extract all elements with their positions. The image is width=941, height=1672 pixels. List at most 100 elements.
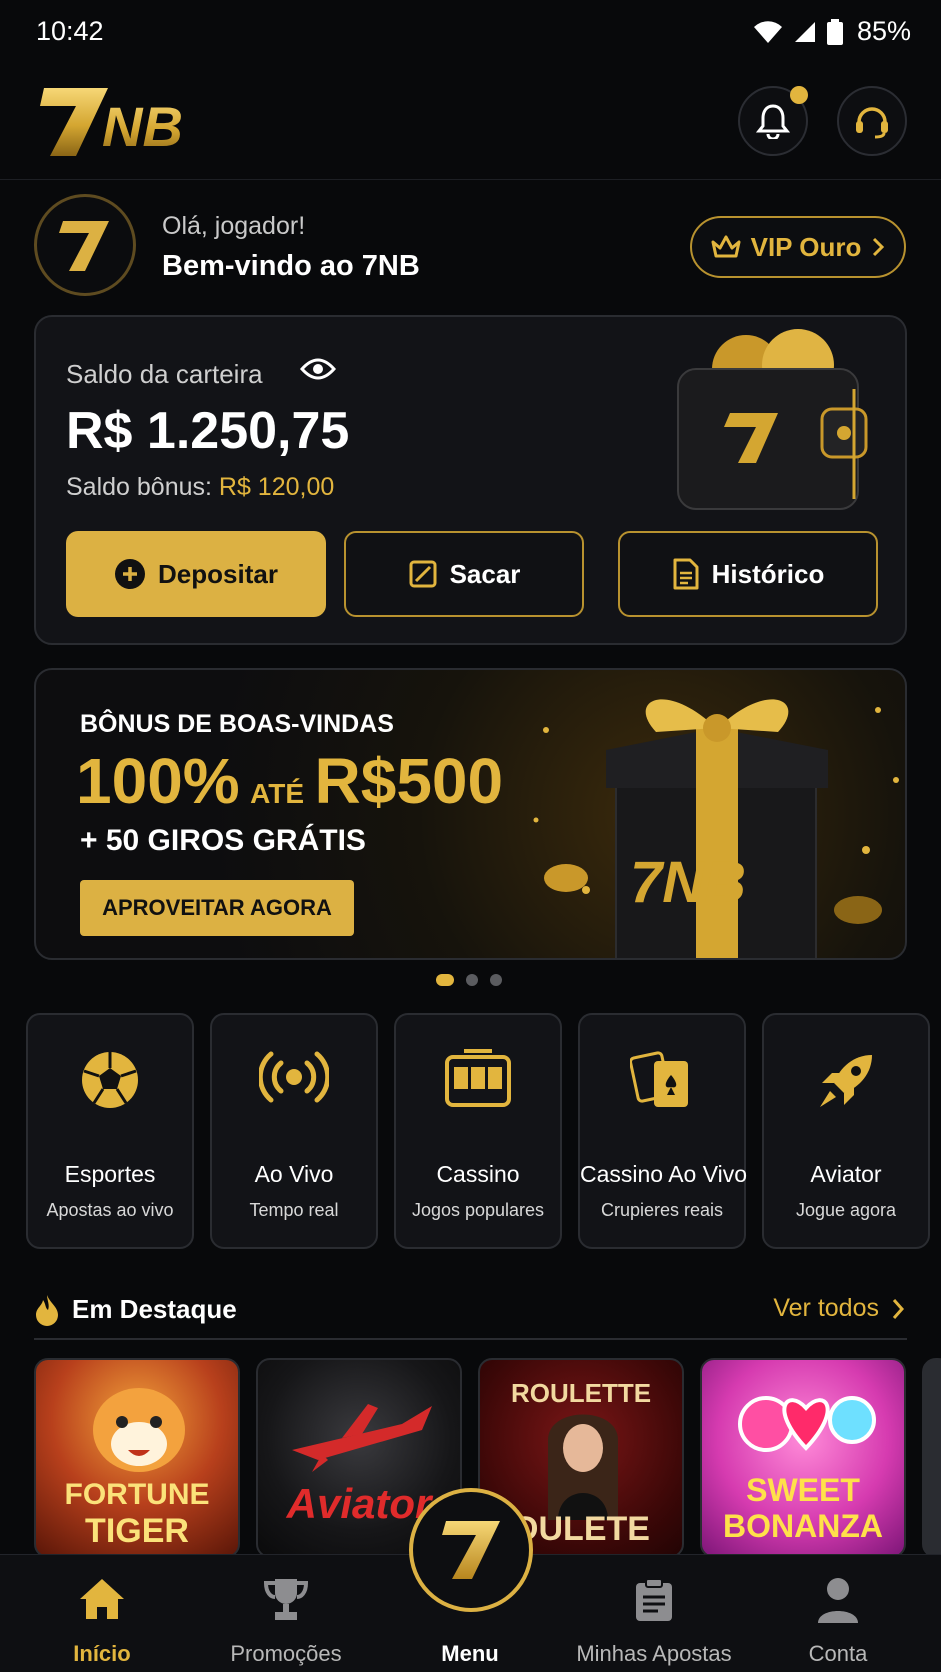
game-card-partial[interactable]: [922, 1358, 941, 1558]
wallet-card: Saldo da carteira R$ 1.250,75 Saldo bônu…: [34, 315, 907, 645]
featured-header: Em Destaque Ver todos: [34, 1290, 907, 1340]
bell-icon: [756, 104, 790, 139]
category-aviator[interactable]: Aviator Jogue agora: [762, 1013, 930, 1249]
document-icon: [673, 558, 699, 590]
withdraw-label: Sacar: [449, 558, 521, 589]
category-live[interactable]: Ao Vivo Tempo real: [210, 1013, 378, 1249]
welcome-title: Bem-vindo ao 7NB: [162, 250, 420, 282]
playing-cards-icon: [630, 1051, 688, 1107]
nav-home[interactable]: Início: [8, 1555, 196, 1672]
carousel-indicator: [436, 974, 502, 986]
category-sports[interactable]: Esportes Apostas ao vivo: [26, 1013, 194, 1249]
game-card-fortune-tiger[interactable]: FORTUNE TIGER: [34, 1358, 240, 1558]
vip-label: VIP Ouro: [750, 231, 862, 262]
app-header: NB: [0, 64, 941, 180]
home-icon: [80, 1579, 124, 1619]
status-time: 10:42: [36, 16, 104, 46]
category-subtitle: Jogue agora: [795, 1200, 897, 1220]
nav-my-bets[interactable]: Minhas Apostas: [560, 1555, 748, 1672]
featured-title: Em Destaque: [72, 1294, 237, 1324]
battery-icon: [826, 18, 843, 45]
notification-dot: [790, 86, 808, 104]
airplane-icon: [292, 1404, 432, 1472]
battery-percent: 85%: [856, 16, 911, 46]
game-title: FORTUNE: [64, 1478, 210, 1511]
vip-level-button[interactable]: VIP Ouro: [690, 216, 906, 278]
tiger-illustration: [93, 1388, 185, 1472]
carousel-dot[interactable]: [436, 974, 454, 986]
eye-icon[interactable]: [300, 355, 336, 383]
plus-circle-icon: [115, 559, 146, 589]
deposit-button[interactable]: Depositar: [66, 531, 326, 617]
crown-icon: [711, 235, 741, 258]
greeting-line: Olá, jogador!: [162, 212, 306, 240]
dealer-illustration: [548, 1414, 618, 1520]
banner-until: ATÉ: [250, 778, 305, 809]
user-icon: [818, 1578, 858, 1623]
category-title: Cassino: [436, 1161, 520, 1187]
see-all-link[interactable]: Ver todos: [773, 1294, 905, 1323]
game-title: SWEET: [746, 1472, 860, 1508]
menu-center-button[interactable]: [409, 1488, 533, 1612]
see-all-label: Ver todos: [773, 1294, 879, 1322]
nav-label: Conta: [808, 1641, 868, 1666]
broadcast-icon: [259, 1051, 329, 1103]
game-title-line2: BONANZA: [723, 1508, 883, 1544]
wallet-illustration: [674, 329, 874, 524]
svg-text:NB: NB: [102, 95, 183, 158]
category-title: Esportes: [64, 1161, 156, 1187]
banner-percent: 100%: [76, 745, 240, 817]
nav-label: Minhas Apostas: [576, 1641, 732, 1666]
candy-illustration: [738, 1396, 876, 1452]
category-title: Aviator: [810, 1161, 882, 1187]
nav-label: Promoções: [230, 1641, 342, 1666]
banner-kicker: BÔNUS DE BOAS-VINDAS: [80, 710, 394, 738]
rocket-icon: [820, 1055, 872, 1107]
welcome-bonus-banner[interactable]: 7NB BÔNUS DE BOAS-VINDAS 100% ATÉ R$500 …: [34, 668, 907, 960]
status-icons: 85%: [753, 16, 911, 47]
nav-label: Início: [73, 1641, 131, 1666]
status-bar: 10:42 85%: [0, 0, 941, 64]
avatar[interactable]: [34, 194, 136, 296]
seven-logo-icon: [442, 1521, 500, 1579]
history-button[interactable]: Histórico: [618, 531, 878, 617]
banner-free-spins: + 50 GIROS GRÁTIS: [80, 824, 366, 857]
category-subtitle: Crupieres reais: [600, 1200, 724, 1220]
withdraw-icon: [409, 560, 437, 588]
trophy-icon: [263, 1579, 309, 1620]
nav-label: Menu: [441, 1641, 499, 1666]
svg-text:7NB: 7NB: [630, 850, 746, 915]
game-card-sweet-bonanza[interactable]: SWEET BONANZA: [700, 1358, 906, 1558]
clipboard-icon: [636, 1578, 672, 1621]
withdraw-button[interactable]: Sacar: [344, 531, 584, 617]
carousel-dot[interactable]: [490, 974, 502, 986]
category-subtitle: Jogos populares: [411, 1200, 545, 1220]
carousel-dot[interactable]: [466, 974, 478, 986]
wifi-icon: [753, 20, 782, 43]
chevron-right-icon: [892, 1298, 905, 1319]
category-casino[interactable]: Cassino Jogos populares: [394, 1013, 562, 1249]
bonus-balance: Saldo bônus: R$ 120,00: [66, 473, 334, 502]
support-button[interactable]: [837, 86, 907, 156]
category-subtitle: Tempo real: [249, 1200, 339, 1220]
notifications-button[interactable]: [738, 86, 808, 156]
history-label: Histórico: [711, 558, 825, 589]
banner-headline: 100% ATÉ R$500: [76, 744, 503, 818]
claim-bonus-button[interactable]: APROVEITAR AGORA: [80, 880, 354, 936]
soccer-ball-icon: [82, 1052, 138, 1108]
category-title: Cassino Ao Vivo: [580, 1161, 748, 1187]
banner-amount: R$500: [314, 745, 504, 817]
fire-icon: [36, 1295, 58, 1326]
wallet-balance: R$ 1.250,75: [66, 402, 350, 460]
category-live-casino[interactable]: Cassino Ao Vivo Crupieres reais: [578, 1013, 748, 1249]
nav-promotions[interactable]: Promoções: [192, 1555, 380, 1672]
deposit-label: Depositar: [158, 558, 278, 589]
category-title: Ao Vivo: [254, 1161, 334, 1187]
signal-icon: [794, 21, 815, 42]
nav-account[interactable]: Conta: [744, 1555, 932, 1672]
brand-logo[interactable]: NB: [38, 80, 208, 169]
bonus-value: R$ 120,00: [218, 473, 335, 501]
chevron-right-icon: [873, 237, 885, 257]
gift-box-illustration: 7NB: [533, 699, 899, 958]
headset-icon: [856, 107, 888, 139]
